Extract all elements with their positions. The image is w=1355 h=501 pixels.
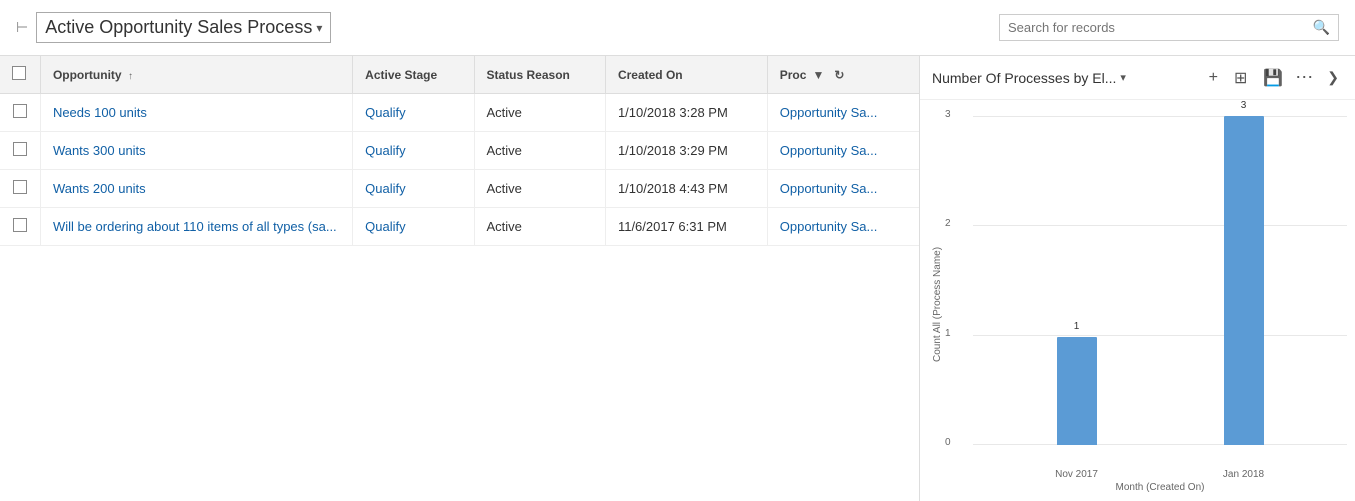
main: Opportunity ↑ Active Stage Status Reason… (0, 56, 1355, 501)
row-checkbox-3[interactable] (13, 218, 27, 232)
chart-add-button[interactable]: + (1205, 67, 1222, 89)
row-process-2: Opportunity Sa... (767, 170, 919, 208)
process-link-1[interactable]: Opportunity Sa... (780, 143, 907, 158)
process-link-2[interactable]: Opportunity Sa... (780, 181, 907, 196)
search-input[interactable] (1008, 20, 1313, 35)
y-axis-label: Count All (Process Name) (928, 116, 943, 493)
table-row: Wants 300 units Qualify Active 1/10/2018… (0, 132, 919, 170)
row-opportunity-2: Wants 200 units (40, 170, 352, 208)
col-header-status-reason[interactable]: Status Reason (474, 56, 605, 94)
row-checkbox-2[interactable] (13, 180, 27, 194)
bar-value-1: 1 (1074, 321, 1080, 332)
chart-dropdown-icon[interactable]: ▾ (1120, 71, 1126, 84)
chart-panel: Number Of Processes by El... ▾ + ⊞ 💾 ⋯ ❯… (920, 56, 1355, 501)
stage-link-1[interactable]: Qualify (365, 143, 461, 158)
row-check-3 (0, 208, 40, 246)
title-box: Active Opportunity Sales Process ▾ (36, 12, 331, 43)
row-status-2: Active (474, 170, 605, 208)
bars-area: 3 2 1 0 (943, 116, 1347, 469)
row-stage-2: Qualify (353, 170, 474, 208)
row-status-3: Active (474, 208, 605, 246)
col-header-process[interactable]: Proc ▼ ↻ (767, 56, 919, 94)
col-header-check (0, 56, 40, 94)
x-axis: Nov 2017 Jan 2018 (973, 469, 1347, 480)
bar-nov2017 (1057, 337, 1097, 445)
chart-header: Number Of Processes by El... ▾ + ⊞ 💾 ⋯ ❯ (920, 56, 1355, 100)
row-check-1 (0, 132, 40, 170)
col-header-opportunity[interactable]: Opportunity ↑ (40, 56, 352, 94)
row-created-2: 1/10/2018 4:43 PM (605, 170, 767, 208)
header-checkbox[interactable] (12, 66, 26, 80)
col-header-created-on[interactable]: Created On (605, 56, 767, 94)
table-body: Needs 100 units Qualify Active 1/10/2018… (0, 94, 919, 246)
table-row: Wants 200 units Qualify Active 1/10/2018… (0, 170, 919, 208)
row-process-0: Opportunity Sa... (767, 94, 919, 132)
row-status-1: Active (474, 132, 605, 170)
title-dropdown-icon[interactable]: ▾ (316, 21, 322, 35)
chart-layout-button[interactable]: ⊞ (1230, 66, 1251, 90)
refresh-icon[interactable]: ↻ (834, 68, 844, 82)
row-stage-0: Qualify (353, 94, 474, 132)
chart-title: Number Of Processes by El... (932, 70, 1116, 86)
chart-body: Count All (Process Name) 3 2 1 (920, 100, 1355, 501)
header: ⊢ Active Opportunity Sales Process ▾ 🔍 (0, 0, 1355, 56)
x-label-jan2018: Jan 2018 (1214, 469, 1274, 480)
row-process-3: Opportunity Sa... (767, 208, 919, 246)
row-created-3: 11/6/2017 6:31 PM (605, 208, 767, 246)
search-box: 🔍 (999, 14, 1339, 41)
chart-expand-button[interactable]: ❯ (1323, 67, 1343, 88)
sort-icon: ↑ (128, 71, 133, 82)
stage-link-3[interactable]: Qualify (365, 219, 461, 234)
row-opportunity-1: Wants 300 units (40, 132, 352, 170)
row-check-2 (0, 170, 40, 208)
table-panel: Opportunity ↑ Active Stage Status Reason… (0, 56, 920, 501)
row-stage-1: Qualify (353, 132, 474, 170)
row-checkbox-0[interactable] (13, 104, 27, 118)
process-link-3[interactable]: Opportunity Sa... (780, 219, 907, 234)
row-opportunity-0: Needs 100 units (40, 94, 352, 132)
stage-link-2[interactable]: Qualify (365, 181, 461, 196)
row-process-1: Opportunity Sa... (767, 132, 919, 170)
row-created-0: 1/10/2018 3:28 PM (605, 94, 767, 132)
row-checkbox-1[interactable] (13, 142, 27, 156)
opportunity-link-2[interactable]: Wants 200 units (53, 181, 146, 196)
chart-more-button[interactable]: ⋯ (1295, 67, 1315, 88)
table-row: Needs 100 units Qualify Active 1/10/2018… (0, 94, 919, 132)
stage-link-0[interactable]: Qualify (365, 105, 461, 120)
table-header-row: Opportunity ↑ Active Stage Status Reason… (0, 56, 919, 94)
search-icon[interactable]: 🔍 (1313, 19, 1330, 36)
chart-actions: + ⊞ 💾 ⋯ ❯ (1205, 66, 1343, 90)
page-title: Active Opportunity Sales Process (45, 17, 312, 38)
row-check-0 (0, 94, 40, 132)
opportunity-link-1[interactable]: Wants 300 units (53, 143, 146, 158)
opportunity-link-0[interactable]: Needs 100 units (53, 105, 147, 120)
x-axis-title: Month (Created On) (973, 482, 1347, 493)
opportunity-link-3[interactable]: Will be ordering about 110 items of all … (53, 219, 337, 234)
pin-icon: ⊢ (16, 19, 28, 36)
table-row: Will be ordering about 110 items of all … (0, 208, 919, 246)
col-header-active-stage[interactable]: Active Stage (353, 56, 474, 94)
bar-jan2018 (1224, 116, 1264, 445)
row-status-0: Active (474, 94, 605, 132)
chart-title-area: Number Of Processes by El... ▾ (932, 70, 1126, 86)
header-left: ⊢ Active Opportunity Sales Process ▾ (16, 12, 331, 43)
x-label-nov2017: Nov 2017 (1047, 469, 1107, 480)
bars-group: 1 3 (973, 116, 1347, 445)
row-stage-3: Qualify (353, 208, 474, 246)
filter-icon[interactable]: ▼ (812, 68, 824, 82)
row-opportunity-3: Will be ordering about 110 items of all … (40, 208, 352, 246)
row-created-1: 1/10/2018 3:29 PM (605, 132, 767, 170)
chart-content: 3 2 1 0 (943, 116, 1347, 493)
chart-save-button[interactable]: 💾 (1259, 66, 1287, 90)
bar-value-3: 3 (1241, 100, 1247, 111)
bar-item-nov2017: 1 (1057, 337, 1097, 445)
bar-item-jan2018: 3 (1224, 116, 1264, 445)
data-table: Opportunity ↑ Active Stage Status Reason… (0, 56, 919, 246)
process-link-0[interactable]: Opportunity Sa... (780, 105, 907, 120)
